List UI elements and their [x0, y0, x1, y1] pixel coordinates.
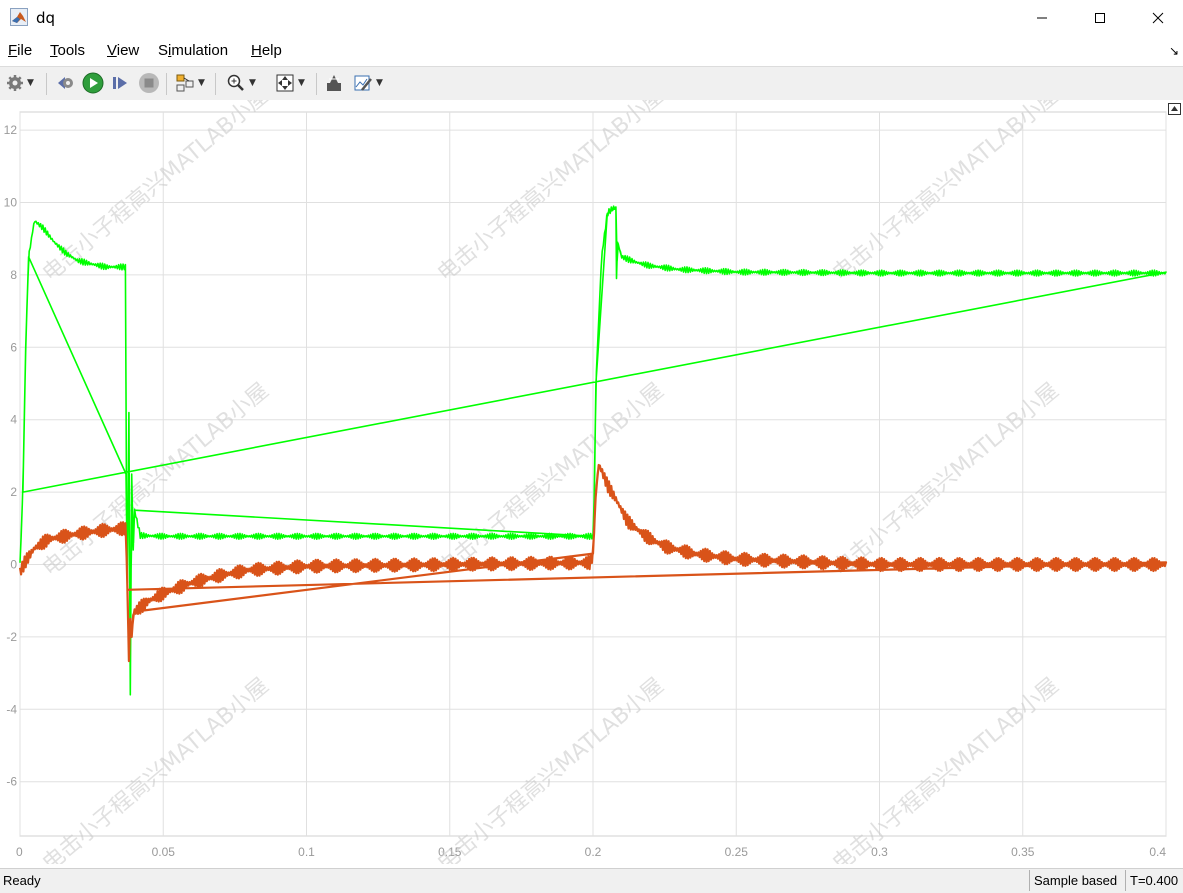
y-tick-label: 2	[10, 485, 17, 499]
zoom-button[interactable]: ▼	[226, 71, 256, 95]
maximize-button[interactable]	[1077, 0, 1123, 36]
menu-tools[interactable]: Tools	[50, 42, 85, 59]
x-tick-label: 0.4	[1149, 845, 1166, 859]
title-bar: dq	[0, 0, 1183, 36]
x-tick-label: 0.2	[585, 845, 602, 859]
run-button[interactable]	[82, 71, 104, 95]
restore-style-button[interactable]	[325, 71, 343, 95]
step-forward-button[interactable]	[110, 71, 130, 95]
x-tick-label: 0.05	[152, 845, 176, 859]
menu-help[interactable]: Help	[251, 42, 282, 59]
highlight-block-button[interactable]: ▼	[175, 71, 205, 95]
window-title: dq	[36, 9, 56, 27]
edit-style-icon	[354, 75, 372, 91]
stop-button[interactable]	[138, 71, 160, 95]
fit-to-view-button[interactable]: ▼	[275, 71, 305, 95]
close-icon	[1152, 12, 1164, 24]
step-back-icon	[58, 77, 73, 89]
chevron-down-icon: ▼	[376, 78, 383, 88]
menu-view[interactable]: View	[107, 42, 139, 59]
chevron-down-icon: ▼	[249, 78, 256, 88]
status-bar: Ready Sample based T=0.400	[0, 868, 1183, 893]
menu-simulation[interactable]: Simulation	[158, 42, 228, 59]
maximize-icon	[1095, 13, 1105, 23]
x-tick-label: 0.35	[1011, 845, 1035, 859]
minimize-icon	[1037, 17, 1047, 19]
y-tick-label: 12	[4, 123, 18, 137]
watermark-text: 电击小子程高兴MATLAB小屋	[828, 100, 1064, 287]
step-back-button[interactable]	[55, 71, 75, 95]
run-icon	[82, 72, 104, 94]
watermark-text: 电击小子程高兴MATLAB小屋	[433, 378, 669, 581]
y-tick-label: 8	[10, 268, 17, 282]
edit-style-button[interactable]: ▼	[353, 71, 383, 95]
x-tick-label: 0	[16, 845, 23, 859]
y-tick-label: -6	[6, 775, 17, 789]
scope-plot-area[interactable]: 0 0.05 0.1 0.15 0.2 0.25 0.3 0.35 0.4 -6 -4 -2 0 2 4 6 8…	[0, 83, 1183, 877]
watermark-text: 电击小子程高兴MATLAB小屋	[433, 100, 669, 287]
y-tick-label: 10	[4, 196, 18, 210]
watermark-text: 电击小子程高兴MATLAB小屋	[38, 673, 274, 864]
toolbar: ▼ ▼ ▼ ▼ ▼	[0, 66, 1183, 102]
y-tick-label: 0	[10, 558, 17, 572]
y-tick-label: -2	[6, 630, 17, 644]
watermark-text: 电击小子程高兴MATLAB小屋	[828, 673, 1064, 864]
sample-mode: Sample based	[1029, 870, 1126, 891]
watermark-text: 电击小子程高兴MATLAB小屋	[828, 378, 1064, 581]
simulation-time: T=0.400	[1125, 870, 1183, 891]
x-tick-label: 0.25	[725, 845, 749, 859]
x-tick-label: 0.1	[298, 845, 315, 859]
zoom-in-icon	[227, 74, 244, 91]
y-tick-label: -4	[6, 702, 17, 716]
restore-style-icon	[327, 75, 341, 91]
close-button[interactable]	[1135, 0, 1181, 36]
y-tick-label: 4	[10, 413, 17, 427]
y-tick-label: 6	[10, 340, 17, 354]
chevron-down-icon: ▼	[27, 78, 34, 88]
undock-icon[interactable]	[1168, 103, 1181, 115]
chevron-down-icon: ▼	[298, 78, 305, 88]
stop-icon	[139, 73, 159, 93]
watermark-text: 电击小子程高兴MATLAB小屋	[433, 673, 669, 864]
chevron-down-icon: ▼	[198, 78, 205, 88]
watermark-text: 电击小子程高兴MATLAB小屋	[38, 378, 274, 581]
highlight-block-icon	[176, 74, 194, 92]
step-forward-icon	[113, 77, 127, 89]
scope-plot[interactable]: 0 0.05 0.1 0.15 0.2 0.25 0.3 0.35 0.4-6-4-202468…	[0, 83, 1183, 877]
menu-file[interactable]: File	[8, 42, 32, 59]
configuration-button[interactable]: ▼	[6, 71, 34, 95]
gear-icon	[7, 75, 23, 91]
dock-arrow-icon[interactable]: ↘	[1169, 44, 1179, 58]
minimize-button[interactable]	[1019, 0, 1065, 36]
fit-to-view-icon	[276, 74, 294, 92]
matlab-logo-icon	[10, 8, 28, 26]
menu-bar: File Tools View Simulation Help	[0, 40, 1183, 64]
watermark: 电击小子程高兴MATLAB小屋 电击小子程高兴MATLAB小屋 电击小子程高兴MAT…	[38, 83, 1064, 876]
status-ready: Ready	[3, 873, 41, 888]
